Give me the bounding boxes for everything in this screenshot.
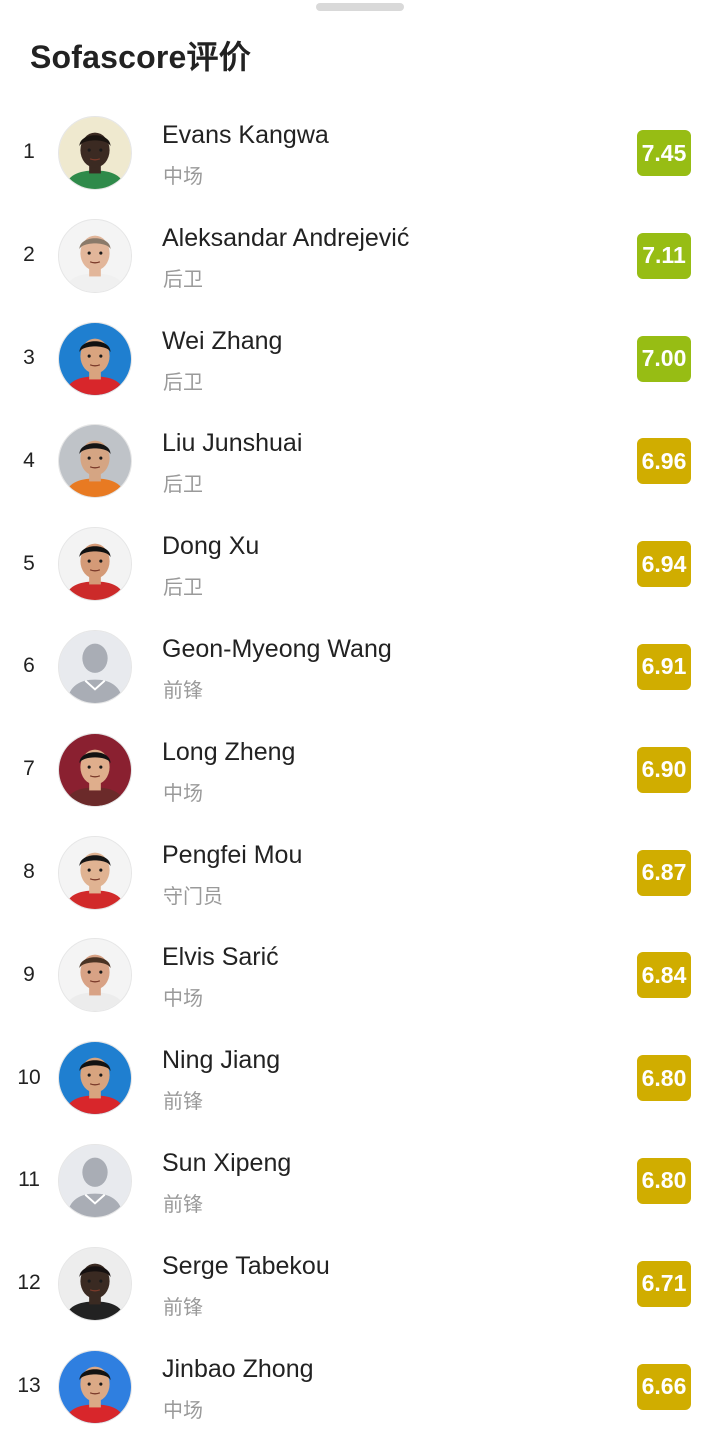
player-name: Evans Kangwa	[162, 121, 329, 149]
rating-badge: 6.80	[637, 1055, 691, 1102]
player-row[interactable]: 1 Evans Kangwa 中场 7.45	[0, 101, 720, 204]
player-avatar	[58, 116, 132, 190]
rating-badge: 6.80	[637, 1157, 691, 1204]
player-rank: 13	[17, 1373, 41, 1397]
player-name: Geon-Myeong Wang	[162, 634, 392, 663]
player-name: Long Zheng	[162, 737, 296, 766]
player-rank: 11	[18, 1168, 40, 1192]
rating-badge: 6.91	[637, 643, 691, 690]
player-rating-list: 1 Evans Kangwa 中场 7.45 2 Aleksandar Andrejevi…	[0, 101, 720, 1434]
player-position: 后卫	[163, 371, 203, 394]
drag-handle[interactable]	[316, 3, 404, 11]
player-position: 守门员	[163, 885, 223, 908]
player-avatar	[58, 938, 132, 1013]
player-rank: 9	[23, 962, 35, 986]
player-position: 中场	[163, 1399, 203, 1422]
player-position: 中场	[163, 166, 203, 188]
player-position: 前锋	[163, 1296, 203, 1319]
player-avatar	[58, 1246, 132, 1321]
player-rank: 4	[23, 448, 35, 472]
rating-badge: 6.94	[637, 541, 691, 588]
player-row[interactable]: 7 Long Zheng 中场 6.90	[0, 718, 720, 821]
player-rank: 2	[23, 243, 35, 267]
player-position: 后卫	[163, 474, 203, 497]
player-name: Elvis Sarić	[162, 943, 279, 972]
rating-badge: 6.84	[637, 952, 691, 999]
player-position: 中场	[163, 988, 203, 1011]
player-name: Sun Xipeng	[162, 1148, 292, 1177]
page-title: Sofascore评价	[30, 39, 251, 75]
rating-badge: 6.71	[637, 1260, 691, 1307]
player-avatar	[58, 321, 132, 396]
player-name: Jinbao Zhong	[162, 1354, 314, 1383]
player-row[interactable]: 12 Serge Tabekou 前锋 6.71	[0, 1232, 720, 1335]
player-row[interactable]: 4 Liu Junshuai 后卫 6.96	[0, 409, 720, 512]
player-row[interactable]: 9 Elvis Sarić 中场 6.84	[0, 923, 720, 1026]
player-rank: 6	[23, 654, 35, 678]
player-position: 后卫	[163, 577, 203, 600]
player-rank: 5	[23, 551, 35, 575]
player-position: 前锋	[163, 679, 203, 702]
player-avatar	[58, 1349, 132, 1424]
player-name: Aleksandar Andrejević	[162, 223, 410, 252]
player-rank: 8	[23, 859, 35, 883]
rating-badge: 6.96	[637, 438, 691, 485]
player-row[interactable]: 10 Ning Jiang 前锋 6.80	[0, 1026, 720, 1129]
player-position: 后卫	[163, 268, 203, 291]
player-row[interactable]: 11 Sun Xipeng 前锋 6.80	[0, 1129, 720, 1232]
player-placeholder-avatar-icon	[58, 1143, 132, 1218]
player-position: 前锋	[163, 1091, 203, 1114]
player-avatar	[58, 835, 132, 910]
player-avatar	[58, 424, 132, 499]
player-row[interactable]: 5 Dong Xu 后卫 6.94	[0, 512, 720, 615]
player-avatar	[58, 218, 132, 293]
player-rank: 10	[17, 1065, 41, 1089]
player-rank: 3	[23, 345, 35, 369]
rating-badge: 7.45	[637, 130, 691, 176]
player-row[interactable]: 2 Aleksandar Andrejević 后卫 7.11	[0, 204, 720, 307]
rating-badge: 7.11	[637, 232, 691, 279]
player-name: Liu Junshuai	[162, 429, 303, 458]
player-rank: 1	[23, 140, 35, 164]
rating-badge: 6.90	[637, 746, 691, 793]
player-avatar	[58, 527, 132, 602]
player-avatar	[58, 1041, 132, 1116]
player-name: Wei Zhang	[162, 326, 283, 355]
player-row[interactable]: 6 Geon-Myeong Wang 前锋 6.91	[0, 615, 720, 718]
player-name: Serge Tabekou	[162, 1251, 330, 1280]
player-avatar	[58, 732, 132, 807]
player-row[interactable]: 8 Pengfei Mou 守门员 6.87	[0, 821, 720, 924]
rating-badge: 6.87	[637, 849, 691, 896]
player-name: Ning Jiang	[162, 1046, 281, 1075]
player-rank: 7	[23, 757, 35, 781]
player-rank: 12	[17, 1271, 41, 1295]
rating-badge: 6.66	[637, 1363, 691, 1410]
rating-badge: 7.00	[637, 335, 691, 382]
ratings-sheet: Sofascore评价 1 Evans Kangwa 中场 7.45 2 Aleksand…	[0, 0, 720, 1434]
player-position: 前锋	[163, 1193, 203, 1216]
player-name: Pengfei Mou	[162, 840, 303, 869]
player-row[interactable]: 3 Wei Zhang 后卫 7.00	[0, 307, 720, 410]
player-row[interactable]: 13 Jinbao Zhong 中场 6.66	[0, 1335, 720, 1434]
player-placeholder-avatar-icon	[58, 629, 132, 704]
player-position: 中场	[163, 782, 203, 805]
player-name: Dong Xu	[162, 532, 260, 561]
